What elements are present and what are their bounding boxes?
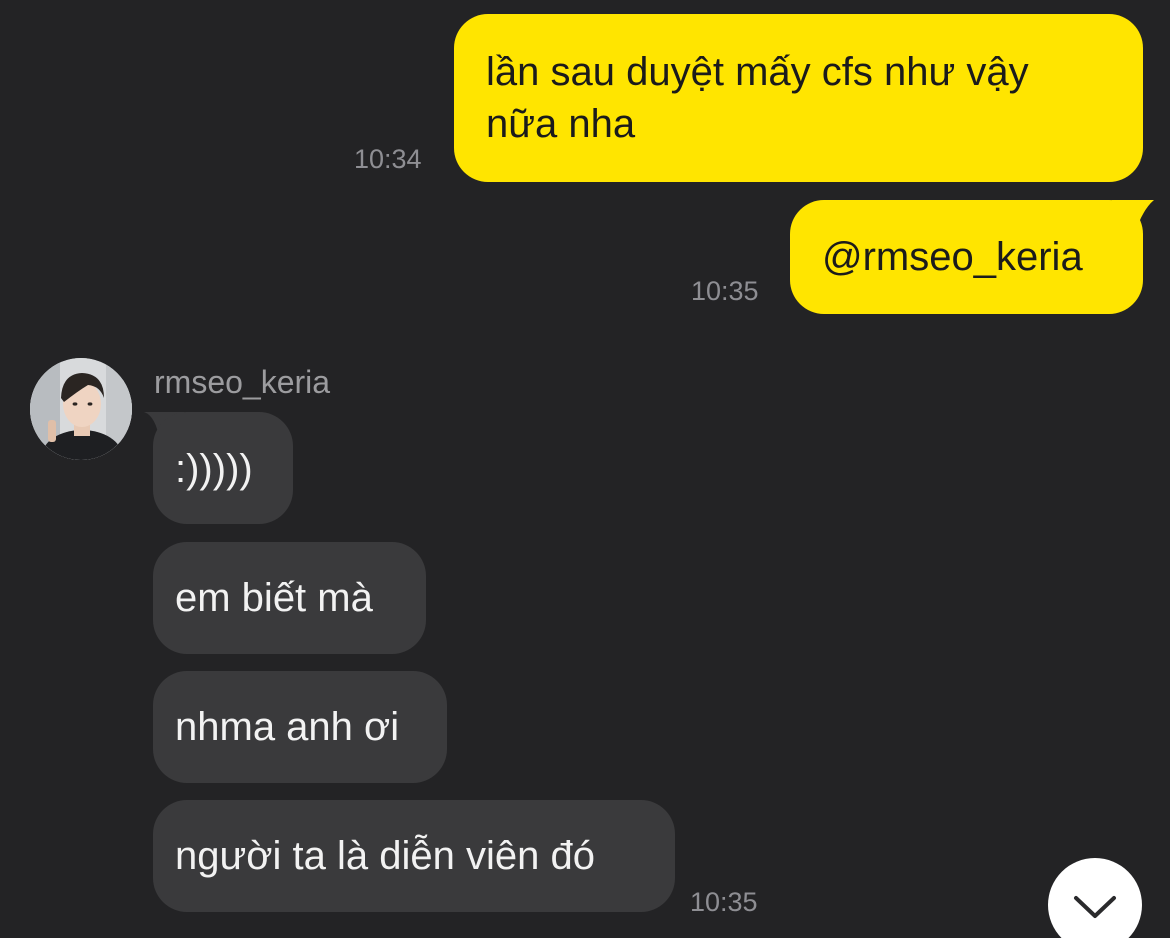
- sender-name[interactable]: rmseo_keria: [154, 362, 330, 402]
- message-timestamp: 10:35: [691, 276, 759, 306]
- outgoing-message-bubble[interactable]: lần sau duyệt mấy cfs như vậy nữa nha: [454, 14, 1143, 182]
- message-text: em biết mà: [175, 576, 373, 620]
- incoming-message-bubble[interactable]: người ta là diễn viên đó: [153, 800, 675, 912]
- incoming-message-bubble[interactable]: em biết mà: [153, 542, 426, 654]
- chat-view: lần sau duyệt mấy cfs như vậy nữa nha 10…: [0, 0, 1170, 938]
- incoming-message-bubble[interactable]: :))))): [153, 412, 293, 524]
- avatar[interactable]: [30, 358, 132, 460]
- scroll-to-bottom-button[interactable]: [1048, 858, 1142, 938]
- message-timestamp: 10:34: [354, 144, 422, 174]
- bubble-tail: [1112, 200, 1154, 236]
- chevron-down-icon: [1074, 896, 1116, 918]
- message-text: lần sau duyệt mấy cfs như vậy nữa nha: [486, 50, 1029, 146]
- message-timestamp: 10:35: [690, 887, 758, 917]
- incoming-message-bubble[interactable]: nhma anh ơi: [153, 671, 447, 783]
- message-text: :))))): [175, 447, 253, 491]
- message-text: người ta là diễn viên đó: [175, 834, 595, 878]
- message-text: nhma anh ơi: [175, 705, 400, 749]
- profile-photo-icon: [30, 358, 132, 460]
- outgoing-message-bubble[interactable]: @rmseo_keria: [790, 200, 1143, 314]
- message-text: @rmseo_keria: [822, 235, 1083, 279]
